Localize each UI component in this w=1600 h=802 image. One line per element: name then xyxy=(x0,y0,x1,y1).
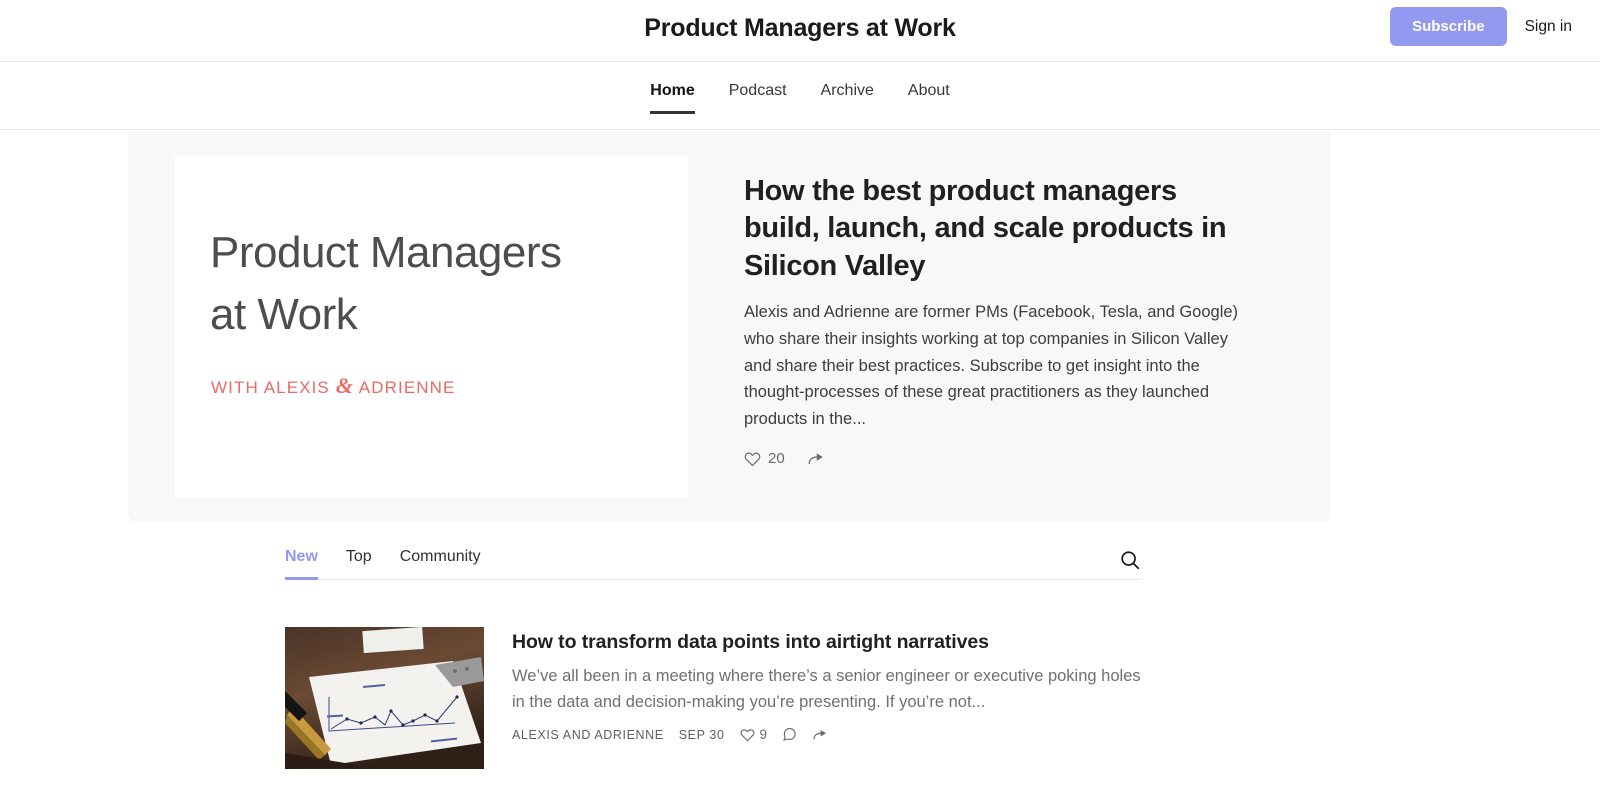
search-button[interactable] xyxy=(1119,549,1141,579)
comment-icon xyxy=(782,727,797,742)
post-thumbnail[interactable] xyxy=(285,627,484,769)
nav-item-archive[interactable]: Archive xyxy=(821,82,874,114)
featured-share-button[interactable] xyxy=(807,450,825,468)
share-icon xyxy=(812,727,828,743)
header-actions: Subscribe Sign in xyxy=(1390,7,1572,46)
featured-post: How the best product managers build, lau… xyxy=(744,155,1254,498)
top-header: Product Managers at Work Subscribe Sign … xyxy=(0,0,1600,62)
featured-post-description: Alexis and Adrienne are former PMs (Face… xyxy=(744,303,1239,429)
cover-byline: WITH ALEXIS & ADRIENNE xyxy=(211,373,455,399)
nav-item-podcast[interactable]: Podcast xyxy=(729,82,787,114)
list-item[interactable]: How to transform data points into airtig… xyxy=(285,627,1141,769)
feed-tabs: New Top Community xyxy=(285,534,481,580)
tab-new[interactable]: New xyxy=(285,548,318,580)
post-date: SEP 30 xyxy=(678,727,725,742)
heart-icon xyxy=(740,727,755,742)
publication-title: Product Managers at Work xyxy=(644,14,956,42)
post-comment-button[interactable] xyxy=(782,727,797,742)
post-share-button[interactable] xyxy=(812,727,828,743)
post-title[interactable]: How to transform data points into airtig… xyxy=(512,631,1141,654)
cover-title-line-2: at Work xyxy=(210,290,358,340)
main-navigation: Home Podcast Archive About xyxy=(0,62,1600,130)
heart-icon xyxy=(744,450,761,467)
post-meta: ALEXIS AND ADRIENNE SEP 30 9 xyxy=(512,727,1141,743)
tab-community[interactable]: Community xyxy=(400,548,481,579)
tab-top[interactable]: Top xyxy=(346,548,372,579)
search-icon xyxy=(1119,549,1141,571)
nav-item-about[interactable]: About xyxy=(908,82,950,114)
cover-title-line-1: Product Managers xyxy=(210,228,562,277)
publication-cover-art[interactable]: Product Managers at Work WITH ALEXIS & A… xyxy=(175,155,688,498)
feed-tabs-row: New Top Community xyxy=(285,534,1141,580)
featured-post-headline[interactable]: How the best product managers build, lau… xyxy=(744,173,1254,285)
sign-in-link[interactable]: Sign in xyxy=(1525,18,1572,36)
cover-title: Product Managers at Work xyxy=(210,222,562,347)
cover-byline-prefix: WITH ALEXIS xyxy=(211,378,330,397)
cover-byline-suffix: ADRIENNE xyxy=(358,378,456,397)
featured-like-count: 20 xyxy=(768,450,785,468)
post-body: How to transform data points into airtig… xyxy=(512,627,1141,769)
post-subtitle: We’ve all been in a meeting where there’… xyxy=(512,667,1141,712)
cover-byline-ampersand: & xyxy=(335,373,354,398)
post-feed: New Top Community How to transform data … xyxy=(285,534,1141,769)
featured-like-button[interactable]: 20 xyxy=(744,450,785,467)
post-thumbnail-image xyxy=(285,627,484,769)
post-like-button[interactable]: 9 xyxy=(740,727,768,743)
post-author[interactable]: ALEXIS AND ADRIENNE xyxy=(512,728,664,742)
nav-item-home[interactable]: Home xyxy=(650,82,696,114)
hero-section: Product Managers at Work WITH ALEXIS & A… xyxy=(128,131,1330,522)
featured-post-actions: 20 xyxy=(744,450,1254,468)
share-icon xyxy=(807,450,825,468)
subscribe-button[interactable]: Subscribe xyxy=(1390,7,1507,46)
post-like-count: 9 xyxy=(759,727,768,743)
